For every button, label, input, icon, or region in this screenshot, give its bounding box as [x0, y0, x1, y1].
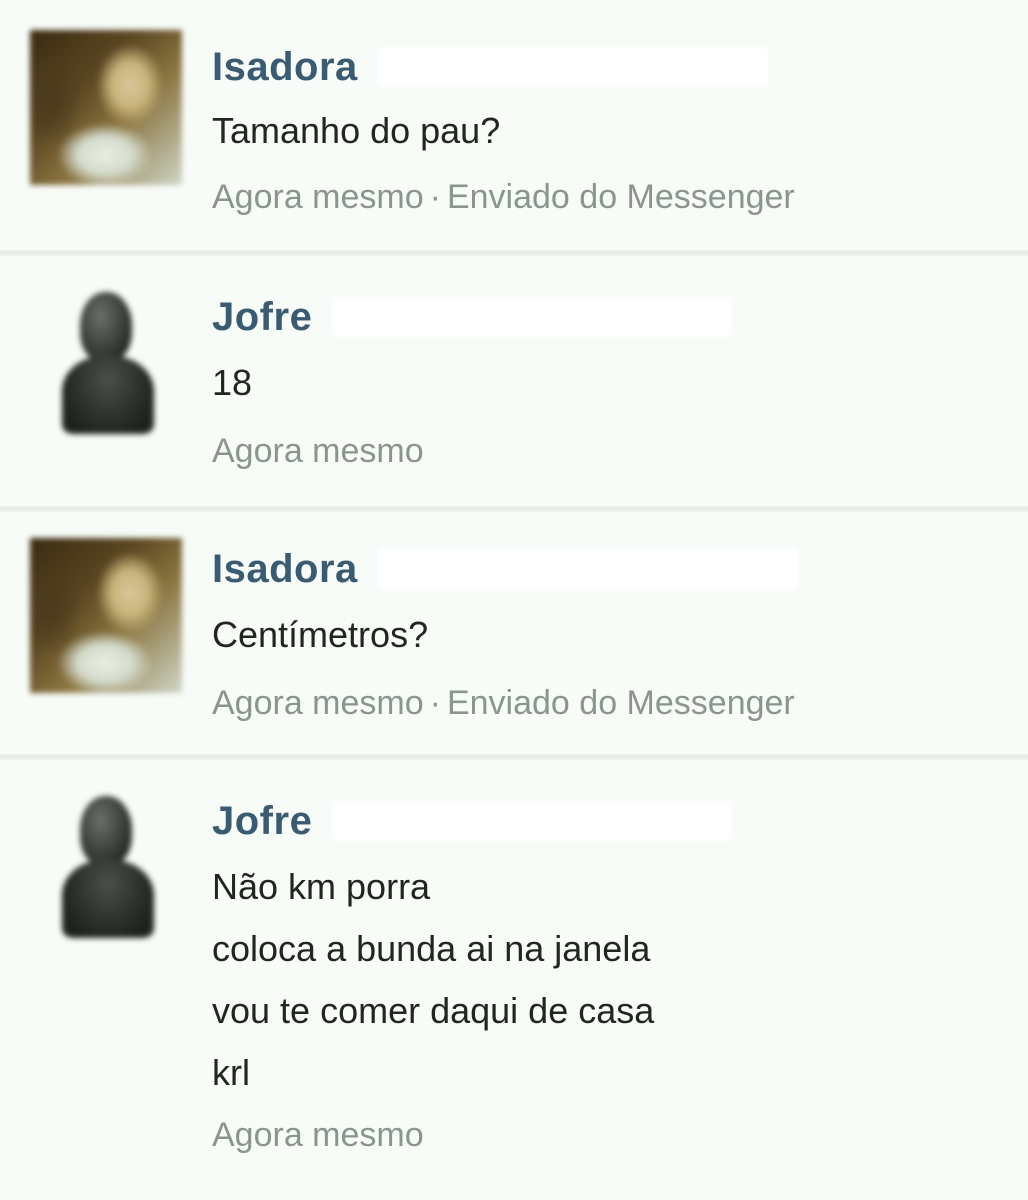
message-text: 18 — [212, 352, 252, 414]
redacted-surname — [332, 801, 733, 841]
redacted-surname — [377, 47, 768, 87]
redacted-surname — [377, 549, 798, 589]
message-line: coloca a bunda ai na janela — [212, 928, 651, 969]
message-line: Não km porra — [212, 866, 431, 907]
message-line: vou te comer daqui de casa — [212, 990, 655, 1031]
message-text: Não km porra coloca a bunda ai na janela… — [212, 856, 654, 1104]
meta-separator: · — [429, 684, 441, 722]
message-line: 18 — [212, 362, 253, 403]
avatar-isadora[interactable] — [30, 538, 182, 693]
message-line: Tamanho do pau? — [212, 110, 501, 151]
sender-name[interactable]: Jofre — [212, 295, 312, 340]
avatar-jofre[interactable] — [58, 788, 158, 938]
avatar-body-shape — [62, 860, 154, 938]
sender-row: Isadora — [212, 42, 768, 92]
avatar-jofre[interactable] — [58, 284, 158, 434]
message-meta: Agora mesmo — [212, 432, 424, 471]
message-text: Tamanho do pau? — [212, 100, 500, 162]
sender-name[interactable]: Isadora — [212, 547, 358, 592]
sender-row: Jofre — [212, 796, 733, 846]
sender-name[interactable]: Isadora — [212, 45, 358, 90]
timestamp[interactable]: Agora mesmo — [212, 178, 424, 217]
sender-row: Isadora — [212, 544, 798, 594]
sender-row: Jofre — [212, 292, 733, 342]
message-item: Isadora Centímetros? Agora mesmo · Enviado… — [0, 512, 1028, 754]
message-line: Centímetros? — [212, 614, 429, 655]
avatar-head-shape — [80, 796, 132, 866]
timestamp[interactable]: Agora mesmo — [212, 1116, 424, 1155]
message-item: Jofre 18 Agora mesmo — [0, 256, 1028, 506]
sent-via: Enviado do Messenger — [446, 684, 795, 722]
sender-name[interactable]: Jofre — [212, 799, 312, 844]
message-text: Centímetros? — [212, 604, 428, 666]
message-meta: Agora mesmo · Enviado do Messenger — [212, 178, 795, 217]
meta-separator: · — [429, 178, 441, 216]
message-item: Isadora Tamanho do pau? Agora mesmo · Envi… — [0, 0, 1028, 250]
sent-via: Enviado do Messenger — [446, 178, 795, 216]
message-item: Jofre Não km porra coloca a bunda ai na … — [0, 760, 1028, 1200]
message-meta: Agora mesmo · Enviado do Messenger — [212, 684, 795, 723]
message-feed: Isadora Tamanho do pau? Agora mesmo · Envi… — [0, 0, 1028, 1200]
timestamp[interactable]: Agora mesmo — [212, 432, 424, 471]
avatar-isadora[interactable] — [30, 30, 182, 185]
timestamp[interactable]: Agora mesmo — [212, 684, 424, 723]
message-line: krl — [212, 1052, 250, 1093]
avatar-head-shape — [80, 292, 132, 362]
redacted-surname — [332, 297, 733, 337]
avatar-body-shape — [62, 356, 154, 434]
message-meta: Agora mesmo — [212, 1116, 424, 1155]
